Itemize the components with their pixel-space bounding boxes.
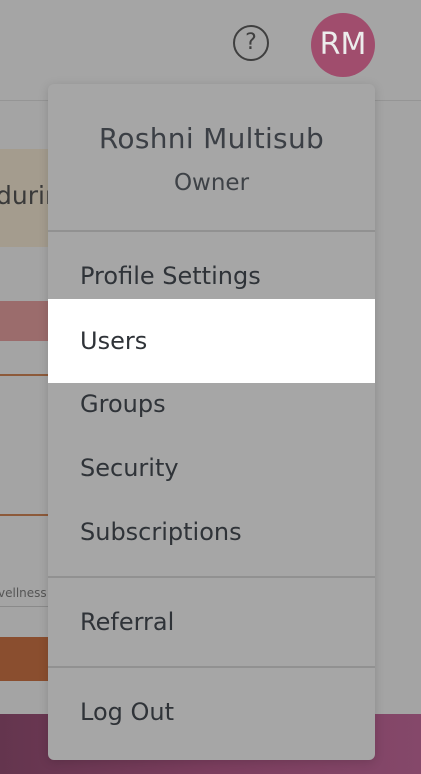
menu-divider xyxy=(48,666,375,668)
menu-item-groups[interactable]: Groups xyxy=(48,372,375,436)
menu-item-log-out[interactable]: Log Out xyxy=(48,680,375,744)
avatar-initials: RM xyxy=(319,27,367,62)
menu-item-users[interactable]: Users xyxy=(48,299,375,383)
menu-divider xyxy=(48,230,375,232)
menu-item-subscriptions[interactable]: Subscriptions xyxy=(48,500,375,564)
avatar[interactable]: RM xyxy=(311,13,375,77)
account-dropdown-menu: Roshni Multisub Owner Profile Settings U… xyxy=(48,84,375,760)
menu-divider xyxy=(48,576,375,578)
user-name: Roshni Multisub xyxy=(98,122,325,155)
help-glyph: ? xyxy=(245,30,257,55)
menu-item-security[interactable]: Security xyxy=(48,436,375,500)
user-role: Owner xyxy=(173,170,250,196)
help-icon[interactable]: ? xyxy=(233,25,269,61)
menu-item-referral[interactable]: Referral xyxy=(48,590,375,654)
background-small-text: vellness xyxy=(0,586,47,600)
